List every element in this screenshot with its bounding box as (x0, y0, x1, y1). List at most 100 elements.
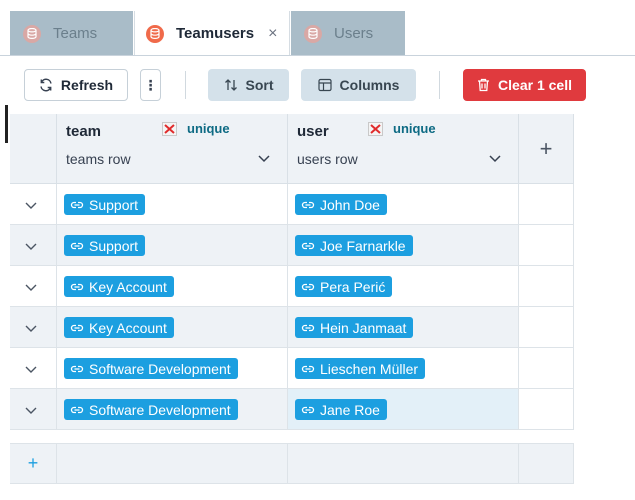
chevron-down-icon[interactable] (488, 151, 502, 165)
empty-cell (519, 389, 574, 430)
team-link-chip[interactable]: Support (64, 235, 146, 256)
link-icon (70, 242, 84, 249)
sort-label: Sort (245, 77, 274, 93)
chevron-down-icon[interactable] (24, 280, 38, 294)
team-link-chip[interactable]: Key Account (64, 317, 174, 338)
footer-cell (57, 443, 288, 484)
refresh-label: Refresh (60, 77, 114, 93)
chevron-down-icon[interactable] (24, 239, 38, 253)
team-cell[interactable]: Key Account (57, 266, 288, 307)
chip-label: Software Development (89, 360, 231, 377)
row-expander[interactable] (10, 184, 57, 225)
user-link-chip[interactable]: Pera Perić (295, 276, 393, 297)
chip-label: Key Account (89, 319, 167, 336)
tab-label: Teams (53, 25, 98, 42)
team-cell[interactable]: Software Development (57, 389, 288, 430)
chevron-down-icon[interactable] (24, 198, 38, 212)
database-icon (23, 24, 41, 43)
table-row[interactable]: Software Development Jane Roe (10, 389, 574, 430)
user-link-chip[interactable]: Lieschen Müller (295, 358, 426, 379)
team-cell[interactable]: Support (57, 225, 288, 266)
link-icon (301, 242, 315, 249)
link-icon (301, 406, 315, 413)
tab-bar: Teams Teamusers × Users (0, 0, 635, 57)
row-expander[interactable] (10, 307, 57, 348)
team-cell[interactable]: Key Account (57, 307, 288, 348)
user-cell[interactable]: Pera Perić (288, 266, 519, 307)
table-row[interactable]: Software Development Lieschen Müller (10, 348, 574, 389)
table-row[interactable]: Key Account Pera Perić (10, 266, 574, 307)
data-grid: team unique teams row user unique users … (10, 114, 574, 500)
empty-cell (519, 184, 574, 225)
database-icon (304, 24, 322, 43)
table-row[interactable]: Key Account Hein Janmaat (10, 307, 574, 348)
team-cell[interactable]: Software Development (57, 348, 288, 389)
row-expander[interactable] (10, 348, 57, 389)
unique-label: unique (187, 121, 230, 136)
plus-icon: + (27, 453, 39, 473)
empty-cell (519, 307, 574, 348)
tab-label: Users (334, 25, 374, 42)
user-cell[interactable]: John Doe (288, 184, 519, 225)
unique-label: unique (393, 121, 436, 136)
table-row[interactable]: Support Joe Farnarkle (10, 225, 574, 266)
user-link-chip[interactable]: John Doe (295, 194, 387, 215)
link-icon (70, 365, 84, 372)
user-link-chip[interactable]: Hein Janmaat (295, 317, 414, 338)
chip-label: Key Account (89, 278, 167, 295)
empty-cell (519, 348, 574, 389)
team-link-chip[interactable]: Software Development (64, 399, 238, 420)
chevron-down-icon[interactable] (257, 151, 271, 165)
chevron-down-icon[interactable] (24, 403, 38, 417)
empty-cell (519, 266, 574, 307)
unique-flag: unique (162, 121, 230, 136)
add-row-bar: + (10, 443, 574, 484)
user-cell[interactable]: Lieschen Müller (288, 348, 519, 389)
column-header-user[interactable]: user unique users row (288, 114, 519, 184)
link-icon (301, 201, 315, 208)
trash-icon (478, 78, 490, 92)
column-subtitle: users row (297, 151, 358, 167)
link-icon (70, 406, 84, 413)
sort-icon (224, 79, 237, 91)
row-expander[interactable] (10, 225, 57, 266)
tab-teamusers[interactable]: Teamusers × (134, 11, 290, 56)
add-column-button[interactable]: + (519, 114, 574, 184)
row-expander[interactable] (10, 389, 57, 430)
team-link-chip[interactable]: Software Development (64, 358, 238, 379)
toolbar-divider (439, 71, 440, 99)
broken-image-icon (368, 121, 383, 136)
toolbar: Refresh ⋮ Sort Columns Clear 1 cell (0, 57, 635, 112)
chip-label: Lieschen Müller (320, 360, 419, 377)
user-cell[interactable]: Hein Janmaat (288, 307, 519, 348)
chevron-down-icon[interactable] (24, 321, 38, 335)
column-header-team[interactable]: team unique teams row (57, 114, 288, 184)
tab-teams[interactable]: Teams (10, 11, 133, 56)
team-link-chip[interactable]: Support (64, 194, 146, 215)
broken-image-icon (162, 121, 177, 136)
user-link-chip[interactable]: Jane Roe (295, 399, 387, 420)
table-row[interactable]: Support John Doe (10, 184, 574, 225)
close-icon[interactable]: × (268, 25, 277, 43)
more-button[interactable]: ⋮ (140, 69, 161, 101)
more-icon: ⋮ (143, 76, 158, 93)
user-link-chip[interactable]: Joe Farnarkle (295, 235, 413, 256)
add-row-button[interactable]: + (10, 443, 57, 484)
chevron-down-icon[interactable] (24, 362, 38, 376)
columns-button[interactable]: Columns (301, 69, 416, 101)
team-link-chip[interactable]: Key Account (64, 276, 174, 297)
clear-cell-button[interactable]: Clear 1 cell (463, 69, 586, 101)
refresh-button[interactable]: Refresh (24, 69, 128, 101)
user-cell-selected[interactable]: Jane Roe (288, 389, 519, 430)
link-icon (301, 365, 315, 372)
sort-button[interactable]: Sort (208, 69, 289, 101)
team-cell[interactable]: Support (57, 184, 288, 225)
link-icon (70, 283, 84, 290)
row-expander[interactable] (10, 266, 57, 307)
tab-users[interactable]: Users (291, 11, 405, 56)
chip-label: Hein Janmaat (320, 319, 407, 336)
focus-marker (5, 105, 8, 143)
database-icon (146, 24, 164, 43)
user-cell[interactable]: Joe Farnarkle (288, 225, 519, 266)
chip-label: Pera Perić (320, 278, 386, 295)
